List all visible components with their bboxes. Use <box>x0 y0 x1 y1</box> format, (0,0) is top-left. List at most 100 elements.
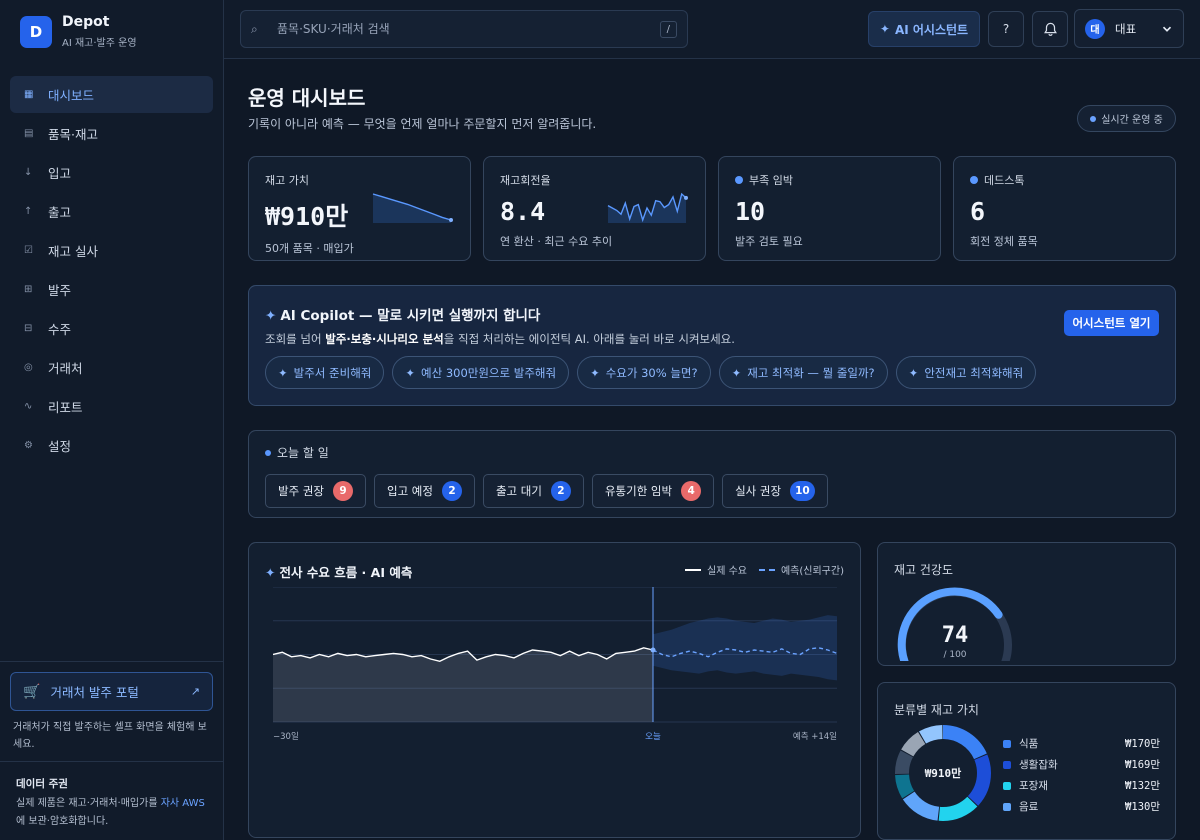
sparkle-icon: ✦ <box>731 365 742 380</box>
data-sovereignty: 데이터 주권 실제 제품은 재고·거래처·매입가를 자사 AWS 에 보관·암호화… <box>0 761 223 840</box>
sidebar-item-purchase[interactable]: ⊞ 발주 <box>10 271 213 308</box>
avatar: 대 <box>1085 18 1105 39</box>
gauge-max: / 100 <box>943 650 966 660</box>
chip-label: 발주서 준비해줘 <box>293 365 372 380</box>
sidebar-item-outbound[interactable]: ↑ 출고 <box>10 193 213 230</box>
trend-icon: ∿ <box>24 401 33 412</box>
todo-title-text: 오늘 할 일 <box>277 446 329 460</box>
sidebar-item-sales-order[interactable]: ⊟ 수주 <box>10 310 213 347</box>
count-badge: 9 <box>332 481 353 501</box>
todo-item-outbound[interactable]: 출고 대기 2 <box>482 474 584 508</box>
x-tick-label: 예측 +14일 <box>793 731 837 742</box>
minus-box-icon: ⊟ <box>24 323 33 334</box>
ai-copilot-panel: ✦ AI Copilot — 말로 시키면 실행까지 합니다 조회를 넘어 발주·… <box>248 285 1176 406</box>
chevron-down-icon <box>1162 26 1172 32</box>
partner-icon: ◎ <box>24 362 33 373</box>
kpi-note: 회전 정체 품목 <box>970 235 1038 248</box>
category-list: 식품 ₩170만 생활잡화 ₩169만 포장재 ₩132만 음료 ₩130만 <box>1003 733 1160 817</box>
search-input[interactable] <box>277 22 660 36</box>
sidebar-item-label: 거래처 <box>48 361 83 376</box>
live-badge-label: 실시간 운영 중 <box>1101 115 1163 126</box>
partner-portal-button[interactable]: 🛒 거래처 발주 포털 ↗ <box>10 672 213 711</box>
kpi-card-deadstock[interactable]: 데드스톡 6 회전 정체 품목 <box>953 156 1176 261</box>
sidebar-item-label: 설정 <box>48 439 72 454</box>
status-dot-icon <box>735 176 743 184</box>
governance-text: 실제 제품은 재고·거래처·매입가를 <box>16 798 161 809</box>
sidebar-item-stocktake[interactable]: ☑ 재고 실사 <box>10 232 213 269</box>
legend-label: 실제 수요 <box>707 566 747 577</box>
portal-label: 거래처 발주 포털 <box>50 685 139 700</box>
topbar: ⌕ / ✦ AI 어시스턴트 ? 대 대표 <box>224 0 1200 59</box>
sidebar-item-label: 발주 <box>48 283 72 298</box>
todo-item-stocktake[interactable]: 실사 권장 10 <box>722 474 828 508</box>
category-value: ₩132만 <box>1125 780 1160 792</box>
copilot-suggestions: ✦ 발주서 준비해줘 ✦ 예산 300만원으로 발주해줘 ✦ 수요가 30% 늘면? … <box>265 356 1044 389</box>
kpi-label: 부족 임박 <box>735 172 924 188</box>
legend-swatch <box>685 568 701 571</box>
kpi-card-inventory-value[interactable]: 재고 가치 ₩910만 50개 품목 · 매입가 <box>248 156 471 261</box>
sparkline-end-dot <box>449 218 453 222</box>
sidebar-item-inventory[interactable]: ▤ 품목·재고 <box>10 115 213 152</box>
todo-list: 발주 권장 9 입고 예정 2 출고 대기 2 유통기한 임박 4 실사 권장 10 <box>265 474 1159 508</box>
suggestion-chip[interactable]: ✦ 수요가 30% 늘면? <box>577 356 711 389</box>
kpi-card-turnover[interactable]: 재고회전율 8.4 연 환산 · 최근 수요 추이 <box>483 156 706 261</box>
portal-description: 거래처가 직접 발주하는 셀프 화면을 체험해 보세요. <box>13 722 207 750</box>
todo-item-expiry[interactable]: 유통기한 임박 4 <box>591 474 715 508</box>
suggestion-chip[interactable]: ✦ 재고 최적화 — 뭘 줄일까? <box>718 356 888 389</box>
sidebar-item-label: 입고 <box>48 166 72 181</box>
todo-label: 출고 대기 <box>495 484 542 498</box>
todo-label: 발주 권장 <box>278 484 324 498</box>
count-badge: 10 <box>790 481 815 501</box>
todo-item-inbound[interactable]: 입고 예정 2 <box>373 474 475 508</box>
sidebar-item-reports[interactable]: ∿ 리포트 <box>10 388 213 425</box>
suggestion-chip[interactable]: ✦ 안전재고 최적화해줘 <box>895 356 1037 389</box>
x-tick-label: 오늘 <box>645 732 661 742</box>
sparkle-icon: ✦ <box>265 308 277 324</box>
brand[interactable]: D Depot AI 재고·발주 운영 <box>20 14 137 49</box>
user-menu[interactable]: 대 대표 <box>1074 9 1184 48</box>
notifications-button[interactable] <box>1032 11 1068 47</box>
sparkle-icon: ✦ <box>405 365 415 380</box>
category-value: ₩130만 <box>1125 801 1160 813</box>
search-shortcut-key: / <box>659 20 677 38</box>
sparkle-icon: ✦ <box>265 565 276 580</box>
help-button[interactable]: ? <box>988 11 1024 47</box>
status-dot-icon <box>1090 115 1097 122</box>
search-box[interactable]: ⌕ / <box>240 10 688 48</box>
sidebar-item-settings[interactable]: ⚙ 설정 <box>10 427 213 464</box>
sidebar-item-label: 대시보드 <box>48 88 95 103</box>
sparkline-area <box>373 194 451 223</box>
chart-title: ✦ 전사 수요 흐름 · AI 예측 <box>265 562 412 581</box>
suggestion-chip[interactable]: ✦ 예산 300만원으로 발주해줘 <box>392 356 570 389</box>
sidebar-item-dashboard[interactable]: ▦ 대시보드 <box>10 76 213 113</box>
legend-item-actual: 실제 수요 <box>685 562 747 577</box>
donut-center-label: ₩910만 <box>925 766 962 780</box>
todo-label: 입고 예정 <box>386 484 433 498</box>
ai-assistant-button[interactable]: ✦ AI 어시스턴트 <box>868 11 980 47</box>
todo-label: 실사 권장 <box>735 484 782 498</box>
kpi-note: 연 환산 · 최근 수요 추이 <box>500 235 613 248</box>
bell-icon <box>1043 22 1057 36</box>
todo-title: 오늘 할 일 <box>265 444 1159 461</box>
governance-title: 데이터 주권 <box>16 778 68 790</box>
todo-item-reorder[interactable]: 발주 권장 9 <box>265 474 366 508</box>
logo: D <box>20 15 52 48</box>
today-dot <box>650 647 656 653</box>
suggestion-chip[interactable]: ✦ 발주서 준비해줘 <box>265 356 385 389</box>
actual-area <box>273 647 653 722</box>
sidebar-item-inbound[interactable]: ↓ 입고 <box>10 154 213 191</box>
kpi-note: 발주 검토 필요 <box>735 235 803 248</box>
kpi-sparkline <box>372 193 453 223</box>
sidebar-item-label: 리포트 <box>48 400 83 415</box>
kpi-card-shortage[interactable]: 부족 임박 10 발주 검토 필요 <box>718 156 941 261</box>
sparkle-icon: ✦ <box>879 22 890 36</box>
kpi-value: 10 <box>735 197 766 226</box>
page-subtitle: 기록이 아니라 예측 — 무엇을 언제 얼마나 주문할지 먼저 알려줍니다. <box>248 117 597 131</box>
chip-label: 예산 300만원으로 발주해줘 <box>421 365 557 380</box>
open-assistant-button[interactable]: 어시스턴트 열기 <box>1064 310 1159 336</box>
category-name: 음료 <box>1019 801 1039 813</box>
health-gauge: 74 / 100 <box>897 587 1012 661</box>
aws-link[interactable]: 자사 AWS <box>161 798 205 809</box>
sidebar-item-partners[interactable]: ◎ 거래처 <box>10 349 213 386</box>
card-title: 분류별 재고 가치 <box>894 703 979 717</box>
